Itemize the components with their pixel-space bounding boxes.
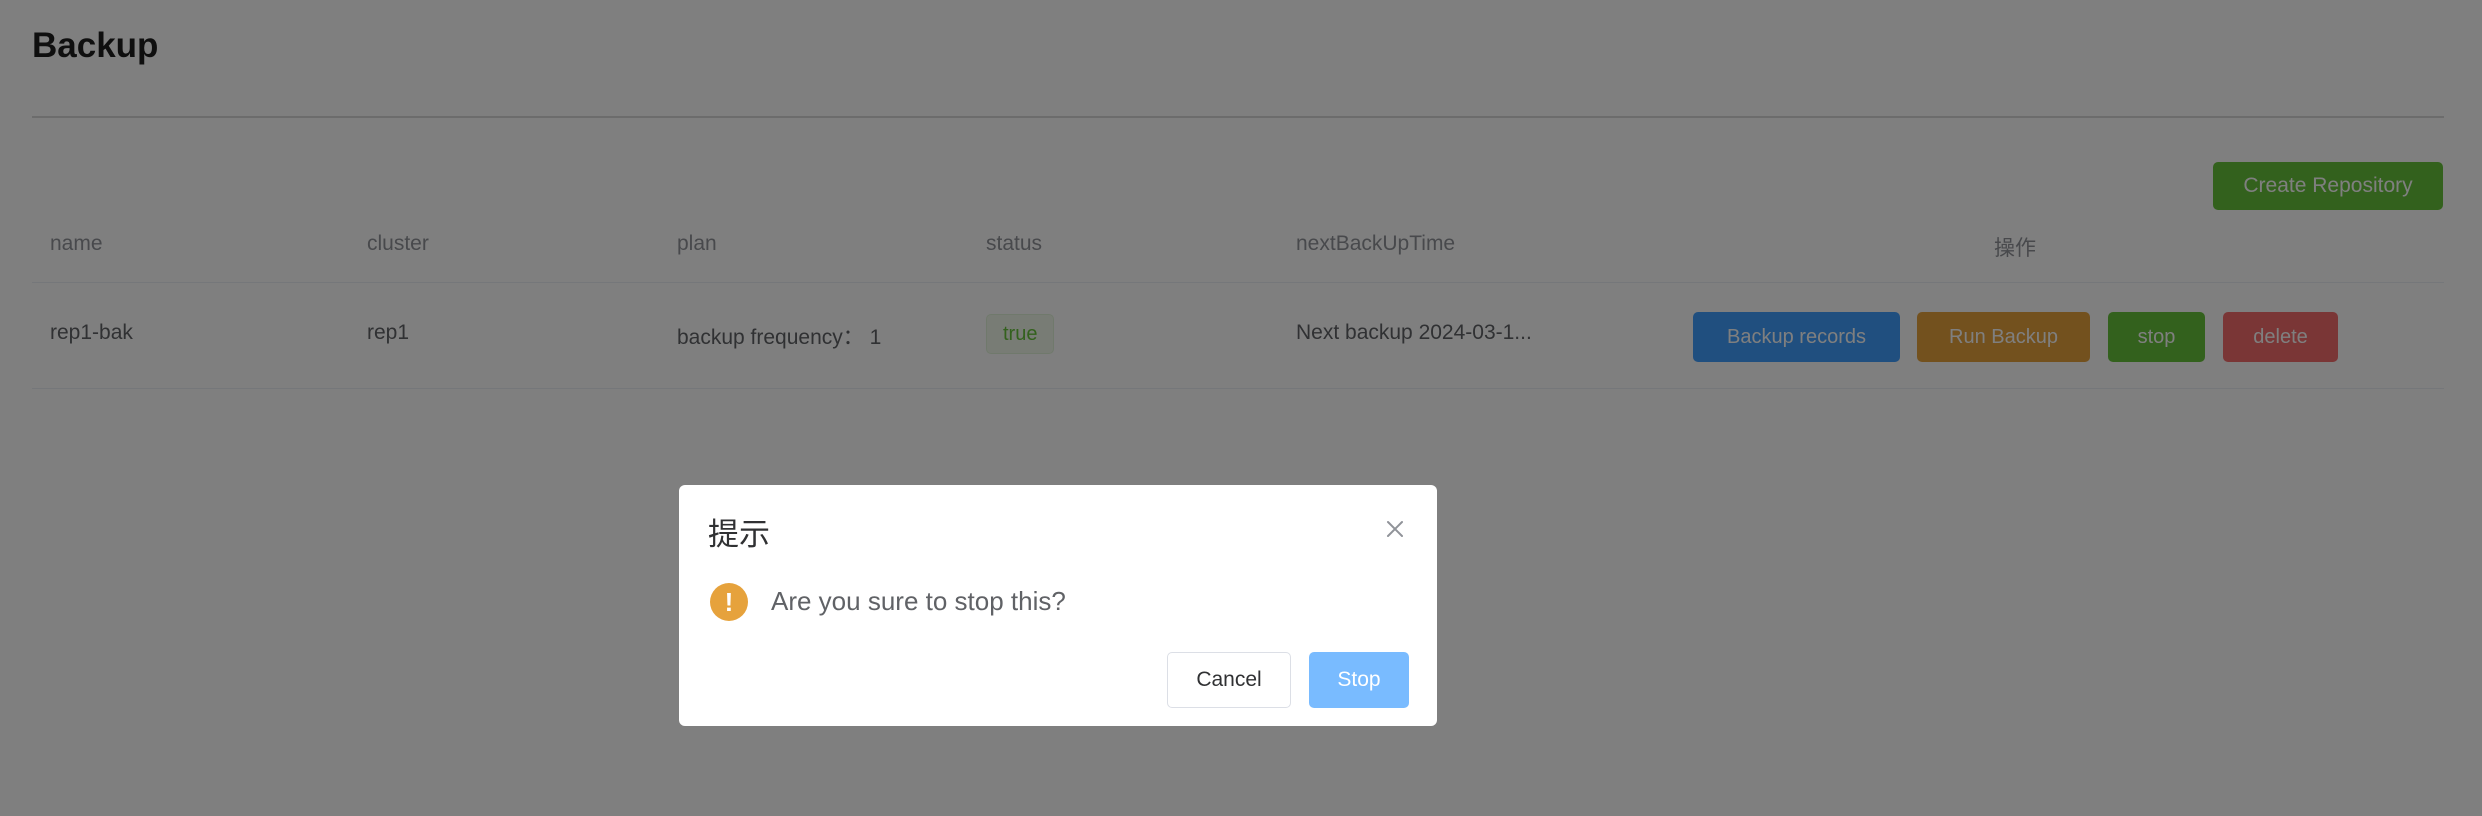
confirm-stop-button[interactable]: Stop	[1309, 652, 1409, 708]
backup-page: Backup Create Repository name cluster pl…	[0, 0, 2482, 816]
close-icon[interactable]	[1383, 517, 1407, 541]
dialog-title: 提示	[708, 517, 770, 552]
warning-icon: !	[710, 583, 748, 621]
dialog-message: Are you sure to stop this?	[771, 586, 1066, 616]
cancel-button[interactable]: Cancel	[1167, 652, 1291, 708]
confirm-dialog: 提示 ! Are you sure to stop this? Cancel S…	[679, 485, 1437, 726]
